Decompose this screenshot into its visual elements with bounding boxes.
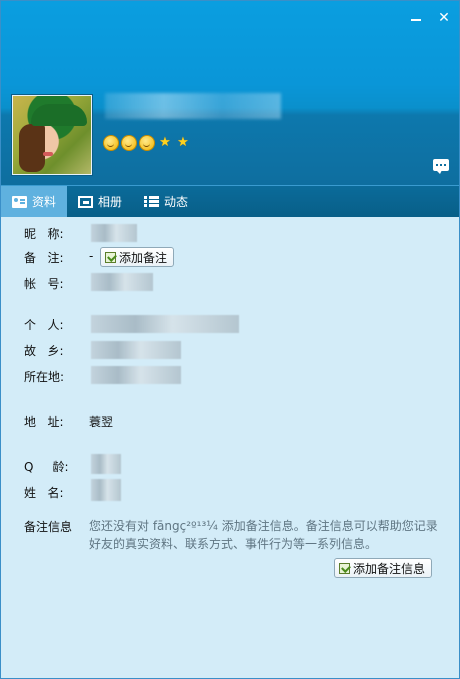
address-label: 地 址:: [24, 415, 64, 429]
account-label: 帐 号:: [24, 277, 64, 291]
note-edit-icon: [105, 251, 116, 263]
tab-album[interactable]: 相册: [67, 186, 133, 217]
hometown-label: 故 乡:: [24, 344, 64, 358]
name-label: 姓 名:: [24, 486, 64, 500]
tab-profile-label: 资料: [32, 195, 57, 209]
nickname-label: 昵 称:: [24, 227, 64, 241]
location-label: 所在地:: [24, 370, 65, 384]
tab-feed-label: 动态: [164, 195, 189, 209]
location-value-blurred: [91, 366, 181, 384]
avatar-cap: [31, 104, 87, 126]
avatar[interactable]: [12, 95, 92, 175]
add-remark-info-button[interactable]: 添加备注信息: [334, 558, 433, 578]
remark-info-label: 备注信息: [24, 520, 73, 534]
q-age-value-blurred: [91, 454, 121, 474]
add-remark-button-label: 添加备注: [119, 250, 168, 265]
level-icons: ★ ★: [103, 135, 191, 151]
profile-info: 昵 称: 备 注: - 添加备注 帐 号: 个 人: 故 乡: 所在地: 地 址…: [1, 216, 459, 678]
display-name-blurred: [105, 93, 281, 119]
name-value-blurred: [91, 479, 121, 501]
smile-icon: [103, 135, 119, 151]
personal-value-blurred: [91, 315, 239, 333]
feed-list-icon: [144, 195, 160, 208]
add-remark-button[interactable]: 添加备注: [100, 247, 175, 267]
tab-album-label: 相册: [98, 195, 123, 209]
minimize-icon: [411, 19, 421, 21]
tab-feed[interactable]: 动态: [133, 186, 199, 217]
star-icon: ★: [177, 135, 189, 150]
minimize-button[interactable]: [407, 9, 425, 27]
remark-value: -: [89, 249, 94, 263]
photo-album-icon: [78, 195, 94, 208]
avatar-hair: [19, 124, 45, 172]
personal-label: 个 人:: [24, 318, 64, 332]
profile-card-icon: [12, 195, 27, 208]
chat-bubble-icon[interactable]: [433, 159, 449, 174]
hometown-value-blurred: [91, 341, 181, 359]
q-age-label: Q 龄:: [24, 460, 69, 474]
remark-info-text: 您还没有对 fāngç²º¹³¼ 添加备注信息。备注信息可以帮助您记录好友的真实…: [89, 519, 438, 551]
tab-bar: 资料 相册 动态: [1, 185, 459, 217]
profile-header: ✕ ★ ★: [1, 1, 459, 185]
account-value-blurred: [91, 273, 153, 291]
nickname-value-blurred: [91, 224, 137, 242]
profile-window: ✕ ★ ★ 资料 相册 动态 昵 称: 备 注: - 添加备注 帐 号: 个 人…: [0, 0, 460, 679]
smile-icon: [139, 135, 155, 151]
add-remark-info-button-label: 添加备注信息: [353, 561, 426, 576]
remark-label: 备 注:: [24, 251, 64, 265]
note-edit-icon: [339, 562, 350, 574]
close-button[interactable]: ✕: [435, 9, 453, 27]
address-value: 蓑翌: [89, 415, 114, 429]
tab-profile[interactable]: 资料: [1, 186, 68, 217]
star-icon: ★: [159, 135, 171, 150]
smile-icon: [121, 135, 137, 151]
avatar-lips: [43, 152, 53, 156]
